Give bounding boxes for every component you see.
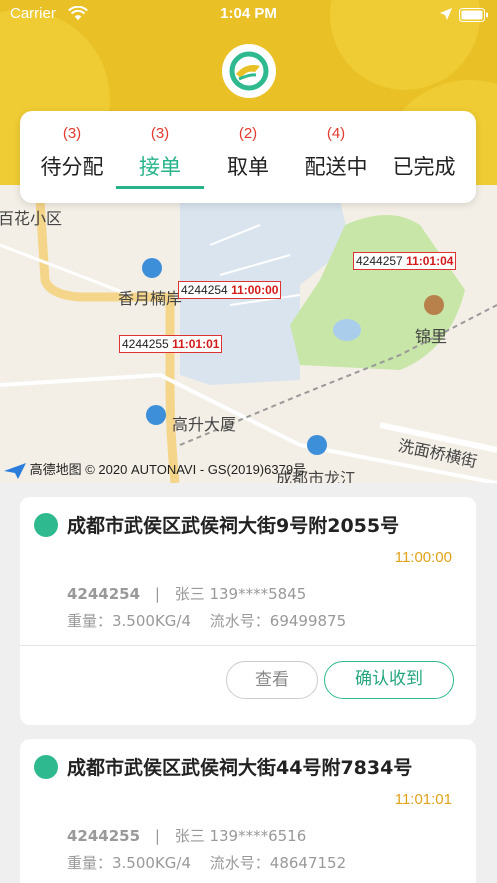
order-time: 11:00:00: [394, 549, 452, 566]
order-info-line: 4244255 | 张三 139****6516: [67, 825, 306, 846]
order-contact: 张三 139****6516: [174, 827, 307, 845]
school-icon: [307, 435, 327, 455]
order-address: 成都市武侯区武侯祠大街9号附2055号: [67, 515, 400, 537]
tab-pickup[interactable]: (2) 取单: [204, 111, 292, 203]
order-marker[interactable]: 4244255 11:01:01: [119, 335, 223, 353]
marker-order-id: 4244255: [122, 337, 169, 351]
location-arrow-icon: [440, 8, 452, 20]
tab-accept-order[interactable]: (3) 接单: [116, 111, 204, 203]
marker-order-id: 4244257: [356, 254, 403, 268]
clock: 1:04 PM: [220, 5, 277, 22]
tab-delivering[interactable]: (4) 配送中: [292, 111, 380, 203]
view-button[interactable]: 查看: [226, 661, 318, 699]
tab-label: 接单: [139, 155, 181, 179]
order-marker[interactable]: 4244257 11:01:04: [353, 252, 457, 270]
card-divider: [20, 645, 476, 646]
tab-pending-assign[interactable]: (3) 待分配: [28, 111, 116, 203]
info-separator: |: [154, 585, 160, 603]
map-place-label: 百花小区: [0, 209, 63, 228]
battery-icon: [459, 8, 488, 22]
order-serial: 流水号：69499875: [209, 612, 347, 630]
amap-logo-icon: [4, 462, 26, 479]
order-weight: 重量：3.500KG/4: [67, 612, 191, 630]
map-place-label: 锦里: [415, 327, 448, 346]
tab-count: (2): [238, 125, 258, 142]
delivery-map[interactable]: 百花小区 香月楠岸 高升大厦 锦里 洗面桥横街 成都市龙江 4244254 11…: [0, 185, 497, 483]
tab-label: 配送中: [304, 155, 368, 179]
app-logo: [222, 44, 276, 98]
status-bar: Carrier 1:04 PM: [0, 0, 497, 30]
temple-icon: [424, 295, 444, 315]
order-serial: 流水号：48647152: [209, 854, 347, 872]
order-time: 11:01:01: [394, 791, 452, 808]
building-icon: [146, 405, 166, 425]
order-card[interactable]: 成都市武侯区武侯祠大街44号附7834号 11:01:01 4244255 | …: [20, 739, 476, 883]
tab-count: (4): [326, 125, 346, 142]
order-status-tabs: (3) 待分配 (3) 接单 (2) 取单 (4) 配送中 已完成: [20, 111, 476, 203]
map-attribution: 高德地图 © 2020 AUTONAVI - GS(2019)6379号: [4, 459, 306, 479]
tab-label: 待分配: [40, 155, 104, 179]
map-place-label: 香月楠岸: [118, 289, 183, 308]
delivery-logo-icon: [34, 755, 58, 779]
order-id: 4244254: [67, 585, 141, 603]
order-detail-line: 重量：3.500KG/4 流水号：48647152: [67, 852, 346, 873]
marker-time: 11:01:01: [172, 337, 220, 351]
tab-count: (3): [150, 125, 170, 142]
tab-label: 取单: [227, 155, 269, 179]
logo-icon: [229, 51, 269, 91]
delivery-logo-icon: [34, 513, 58, 537]
marker-order-id: 4244254: [181, 283, 228, 297]
info-separator: |: [154, 827, 160, 845]
order-detail-line: 重量：3.500KG/4 流水号：69499875: [67, 610, 346, 631]
order-weight: 重量：3.500KG/4: [67, 854, 191, 872]
order-marker[interactable]: 4244254 11:00:00: [178, 281, 282, 299]
order-contact: 张三 139****5845: [174, 585, 307, 603]
map-copyright-text: 高德地图 © 2020 AUTONAVI - GS(2019)6379号: [29, 462, 307, 477]
building-icon: [142, 258, 162, 278]
tab-completed[interactable]: 已完成: [380, 111, 468, 203]
order-address: 成都市武侯区武侯祠大街44号附7834号: [67, 757, 413, 779]
order-info-line: 4244254 | 张三 139****5845: [67, 583, 306, 604]
tab-label: 已完成: [392, 155, 456, 179]
marker-time: 11:00:00: [231, 283, 279, 297]
confirm-received-button[interactable]: 确认收到: [324, 661, 454, 699]
active-tab-indicator: [116, 186, 204, 189]
tab-count: (3): [62, 125, 82, 142]
order-id: 4244255: [67, 827, 141, 845]
order-card[interactable]: 成都市武侯区武侯祠大街9号附2055号 11:00:00 4244254 | 张…: [20, 497, 476, 725]
marker-time: 11:01:04: [406, 254, 454, 268]
map-place-label: 高升大厦: [172, 415, 237, 434]
